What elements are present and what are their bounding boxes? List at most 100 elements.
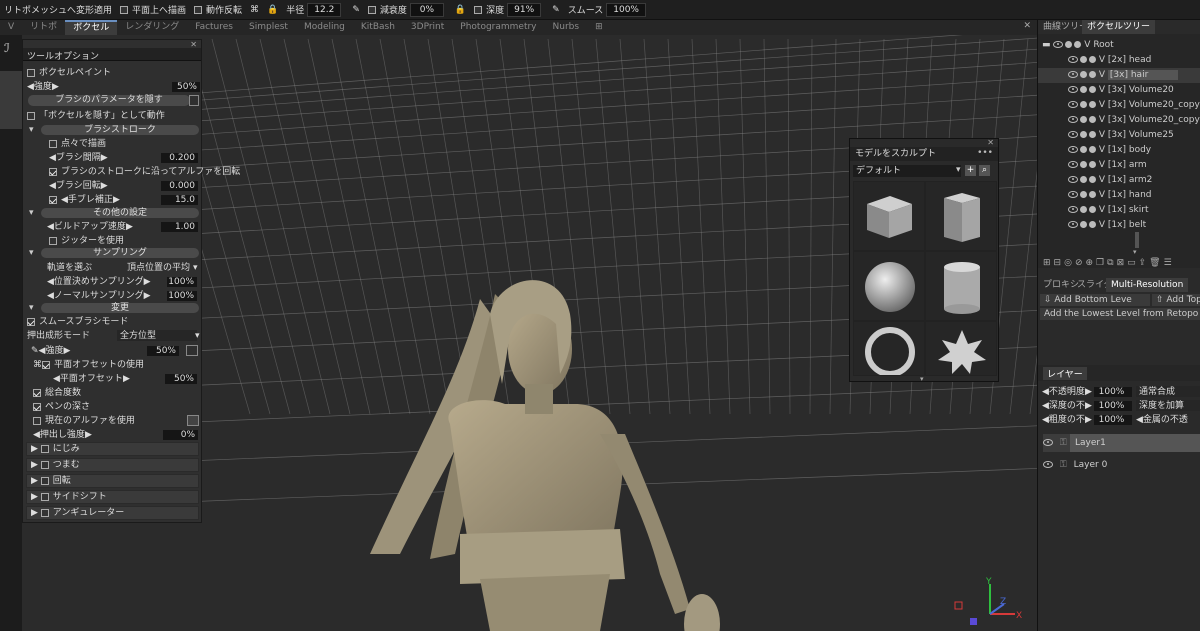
decay-input[interactable]: 0% — [409, 2, 444, 17]
add-lowest-level-button[interactable]: Add the Lowest Level from Retopo — [1040, 308, 1200, 320]
clone-icon[interactable]: ◎ — [1064, 258, 1072, 270]
hide-voxel-checkbox[interactable] — [27, 111, 35, 120]
eye-icon[interactable] — [1068, 221, 1078, 228]
buildup-row[interactable]: ◀ビルドアップ速度▶ 1.00 — [47, 221, 225, 233]
hide-brush-params-button[interactable]: ブラシのパラメータを隠す — [28, 95, 190, 106]
rotate-checkbox[interactable] — [40, 476, 49, 485]
solo-icon[interactable] — [1089, 86, 1096, 93]
solo-icon[interactable] — [1089, 116, 1096, 123]
link-icon[interactable]: ⊠ — [1117, 258, 1125, 270]
tab-retopo[interactable]: リトポ — [22, 20, 65, 35]
tree-row[interactable]: V [3x] Volume25 — [1038, 128, 1200, 143]
depth-blend-dropdown[interactable]: 深度を加算 — [1136, 400, 1200, 411]
scroll-down-icon[interactable]: ▾ — [920, 375, 924, 383]
ghost-icon[interactable] — [1080, 86, 1087, 93]
blur-section[interactable]: ▶ にじみ — [26, 442, 199, 456]
tree-row[interactable]: V [3x] Volume20_copy0( — [1038, 113, 1200, 128]
tab-kitbash[interactable]: KitBash — [353, 20, 403, 35]
shape-sphere[interactable] — [853, 251, 925, 321]
tab-voxel-tree[interactable]: ボクセルツリー — [1082, 20, 1156, 34]
voxel-paint-checkbox[interactable] — [27, 68, 35, 77]
blend-mode-dropdown[interactable]: 通常合成 — [1136, 386, 1200, 397]
merge-icon[interactable]: ⊕ — [1086, 258, 1094, 270]
smooth-input[interactable]: 100% — [606, 2, 646, 17]
decay-checkbox[interactable] — [367, 5, 376, 14]
add-layer-icon[interactable]: ⊟ — [1054, 258, 1062, 270]
angulator-checkbox[interactable] — [40, 508, 49, 517]
add-tab-icon[interactable]: ⊞ — [587, 20, 611, 35]
other-settings-section[interactable]: ▾ その他の設定 — [23, 208, 201, 219]
dot-draw-row[interactable]: 点々で描画 — [49, 138, 227, 150]
jitter-row[interactable]: ◀手ブレ補正▶ 15.0 — [49, 194, 227, 206]
tree-row[interactable]: V [3x] hair — [1038, 68, 1200, 83]
eye-icon[interactable] — [1068, 191, 1078, 198]
plane-offset-row[interactable]: ◀平面オフセット▶ 50% — [53, 373, 231, 385]
ghost-icon[interactable] — [1080, 146, 1087, 153]
solo-icon[interactable] — [1089, 56, 1096, 63]
eye-icon[interactable] — [1068, 176, 1078, 183]
tab-factures[interactable]: Factures — [187, 20, 241, 35]
tab-photogrammetry[interactable]: Photogrammetry — [452, 20, 544, 35]
lock-icon[interactable]: ⚿ — [1060, 460, 1067, 470]
eye-icon[interactable] — [1068, 116, 1078, 123]
solo-icon[interactable] — [1089, 71, 1096, 78]
tab-multi-resolution[interactable]: Multi-Resolution — [1106, 278, 1189, 292]
tab-voxel[interactable]: ボクセル — [65, 20, 118, 35]
eye-icon[interactable] — [1068, 161, 1078, 168]
use-plane-offset-row[interactable]: ⌘ 平面オフセットの使用 — [33, 359, 211, 371]
close-icon[interactable]: ✕ — [1023, 21, 1031, 31]
orbit-dropdown[interactable]: 頂点位置の平均 — [127, 262, 190, 274]
blur-checkbox[interactable] — [40, 444, 49, 453]
orbit-row[interactable]: 軌道を選ぶ 頂点位置の平均 ▾ — [47, 262, 225, 274]
depth-input[interactable]: 91% — [507, 2, 542, 17]
eye-icon[interactable] — [1053, 41, 1064, 48]
use-plane-offset-checkbox[interactable] — [42, 360, 50, 369]
extrude-strength-row[interactable]: ◀押出し強度▶ 0% — [33, 429, 211, 441]
use-current-alpha-checkbox[interactable] — [33, 416, 41, 425]
angulator-section[interactable]: ▶ アンギュレーター — [26, 506, 199, 520]
instance-icon[interactable]: ⧉ — [1107, 258, 1113, 270]
hide-voxel-row[interactable]: 「ボクセルを隠す」として動作 — [27, 110, 205, 122]
depth-opacity-row[interactable]: ◀深度の不▶ 100% 深度を加算 — [1042, 400, 1200, 412]
use-current-alpha-row[interactable]: 現在のアルファを使用 — [33, 415, 211, 427]
layer-row-active[interactable]: ⚿ Layer1 — [1043, 434, 1200, 452]
tab-simplest[interactable]: Simplest — [241, 20, 296, 35]
rotate-section[interactable]: ▶ 回転 — [26, 474, 199, 488]
normal-sampling-row[interactable]: ◀ノーマルサンプリング▶ 100% — [47, 290, 225, 302]
solo-icon[interactable] — [1089, 191, 1096, 198]
pen-icon[interactable]: ✎ — [548, 0, 564, 19]
deform-section[interactable]: ▾ 変更 — [23, 303, 201, 314]
eye-icon[interactable] — [1068, 101, 1078, 108]
tree-row[interactable]: V [1x] arm2 — [1038, 173, 1200, 188]
tree-row[interactable]: V [1x] arm — [1038, 158, 1200, 173]
radius-input[interactable]: 12.2 — [307, 2, 342, 17]
extrude-strength-value[interactable]: 0% — [163, 430, 198, 440]
strength2-row[interactable]: ✎◀強度▶ 50% — [31, 345, 209, 357]
axis-gizmo[interactable]: Y X Z — [950, 574, 1030, 631]
pen-depth-checkbox[interactable] — [33, 402, 41, 411]
solo-icon[interactable] — [1089, 131, 1096, 138]
add-preset-icon[interactable]: + — [965, 165, 976, 176]
shape-torus[interactable] — [853, 321, 925, 376]
shape-spiky-ball[interactable] — [925, 321, 997, 376]
motion-invert-toggle[interactable]: 動作反転 — [190, 0, 246, 19]
eye-icon[interactable] — [1043, 461, 1053, 468]
extrude-mode-dropdown[interactable]: 全方位型 — [117, 330, 197, 341]
mesh-transform-toggle[interactable]: リトポメッシュへ変形適用 — [0, 0, 116, 19]
brush-rotation-value[interactable]: 0.000 — [161, 181, 198, 191]
roughness-opacity-row[interactable]: ◀粗度の不▶ 100% ◀金属の不透 — [1042, 414, 1200, 426]
ghost-icon[interactable] — [1080, 221, 1087, 228]
solo-icon[interactable] — [1089, 221, 1096, 228]
plane-draw-checkbox[interactable] — [120, 5, 129, 14]
side-shift-section[interactable]: ▶ サイドシフト — [26, 490, 199, 504]
strength2-value[interactable]: 50% — [147, 346, 179, 356]
expand-icon[interactable] — [189, 95, 199, 106]
voxel-paint-row[interactable]: ボクセルペイント — [27, 67, 205, 79]
eye-icon[interactable] — [1068, 131, 1078, 138]
eye-icon[interactable] — [1068, 71, 1078, 78]
ghost-icon[interactable] — [1080, 161, 1087, 168]
plane-draw-toggle[interactable]: 平面上へ描画 — [116, 0, 190, 19]
rotate-alpha-checkbox[interactable] — [49, 167, 57, 176]
ghost-icon[interactable] — [1080, 101, 1087, 108]
eye-icon[interactable] — [1068, 56, 1078, 63]
